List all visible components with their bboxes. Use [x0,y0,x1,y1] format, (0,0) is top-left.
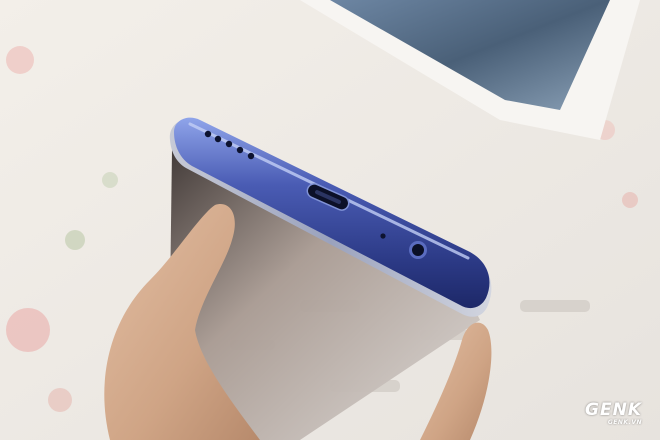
watermark-site: GENK.VN [607,419,642,426]
phone-photo [0,0,660,440]
headphone-jack-icon [409,241,427,259]
genk-watermark: GENK GENK.VN [585,402,642,426]
photo-scene: GENK GENK.VN [0,0,660,440]
watermark-brand: GENK [585,400,642,420]
microphone-hole-icon [380,233,386,239]
